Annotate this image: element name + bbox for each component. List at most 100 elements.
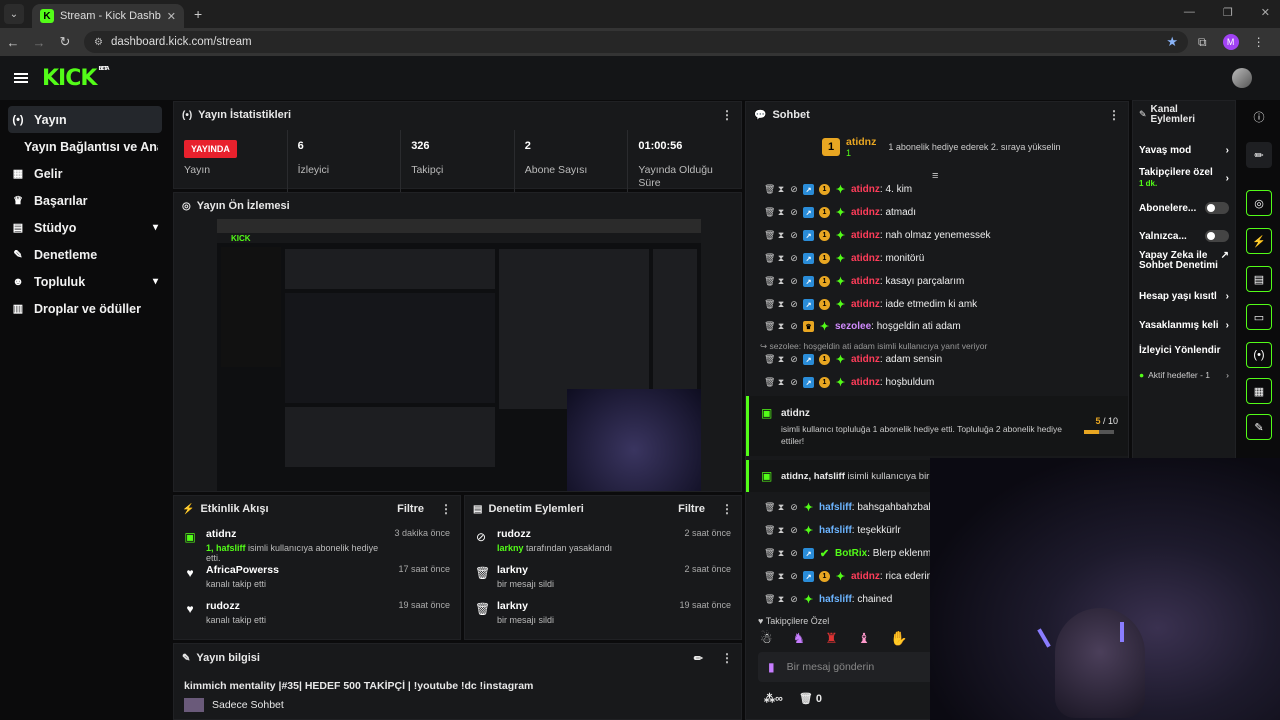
- timeout-icon[interactable]: ⧗: [777, 354, 785, 365]
- timeout-icon[interactable]: ⧗: [777, 230, 785, 241]
- kick-logo[interactable]: KICK BETA: [42, 66, 110, 91]
- delete-icon[interactable]: 🗑: [764, 207, 775, 218]
- focus-icon[interactable]: ◎: [1246, 190, 1272, 216]
- document-icon[interactable]: ▤: [1246, 266, 1272, 292]
- reload-icon[interactable]: ↻: [52, 34, 78, 50]
- chat-username[interactable]: atidnz: [851, 253, 880, 264]
- profile-avatar[interactable]: M: [1222, 34, 1239, 50]
- timeout-icon[interactable]: ⧗: [777, 299, 785, 310]
- timeout-icon[interactable]: ⧗: [777, 276, 785, 287]
- ban-icon[interactable]: ⊘: [790, 276, 798, 287]
- timeout-icon[interactable]: ⧗: [777, 594, 785, 605]
- timeout-icon[interactable]: ⧗: [777, 184, 785, 195]
- emote-icon[interactable]: ♞: [793, 630, 806, 647]
- url-field[interactable]: ⚙ dashboard.kick.com/stream ★: [84, 31, 1188, 53]
- chat-icon[interactable]: ▭: [1246, 304, 1272, 330]
- ban-icon[interactable]: ⊘: [790, 377, 798, 388]
- broadcast-icon[interactable]: (•): [1246, 342, 1272, 368]
- timeout-icon[interactable]: ⧗: [777, 525, 785, 536]
- sidebar-item-gelir[interactable]: ▦ Gelir: [0, 160, 170, 187]
- forward-icon[interactable]: →: [26, 35, 52, 50]
- sidebar-item-denetleme[interactable]: ✎ Denetleme: [0, 241, 170, 268]
- ban-icon[interactable]: ⊘: [790, 502, 798, 513]
- delete-icon[interactable]: 🗑: [764, 276, 775, 287]
- slow-mode-row[interactable]: Yavaş mod ›: [1133, 139, 1235, 161]
- ban-icon[interactable]: ⊘: [790, 571, 798, 582]
- sidebar-item-studyo[interactable]: ▤ Stüdyo ▾: [0, 214, 170, 241]
- emote-icon[interactable]: ☃: [760, 630, 773, 647]
- layout-icon[interactable]: ▦: [1246, 378, 1272, 404]
- emote-only-row[interactable]: Yalnızca...: [1133, 225, 1235, 247]
- moderation-user[interactable]: larkny: [497, 600, 669, 612]
- sidebar-item-stream-key[interactable]: Yayın Bağlantısı ve Anahtarı: [0, 133, 170, 160]
- sidebar-item-droplar[interactable]: ▥ Droplar ve ödüller: [0, 295, 170, 322]
- gift-user[interactable]: atidnz: [781, 408, 810, 419]
- account-age-row[interactable]: Hesap yaşı kısıtl ›: [1133, 285, 1235, 307]
- ban-icon[interactable]: ⊘: [790, 594, 798, 605]
- more-options-icon[interactable]: ⋮: [721, 108, 733, 122]
- ban-icon[interactable]: ⊘: [790, 230, 798, 241]
- chat-username[interactable]: atidnz: [851, 377, 880, 388]
- chat-username[interactable]: atidnz: [851, 276, 880, 287]
- moderation-user[interactable]: rudozz: [497, 528, 674, 540]
- delete-icon[interactable]: 🗑: [764, 230, 775, 241]
- more-options-icon[interactable]: ⋮: [721, 502, 733, 516]
- timeout-icon[interactable]: ⧗: [777, 207, 785, 218]
- emote-only-toggle[interactable]: [1205, 230, 1229, 242]
- timeout-icon[interactable]: ⧗: [777, 377, 785, 388]
- more-options-icon[interactable]: ⋮: [721, 651, 733, 665]
- activity-user[interactable]: AfricaPowerss: [206, 564, 388, 576]
- ai-moderation-row[interactable]: Yapay Zeka ile Sohbet Denetimi ↗: [1133, 251, 1235, 283]
- sidebar-item-yayin[interactable]: (•) Yayın: [8, 106, 162, 133]
- category-label[interactable]: Sadece Sohbet: [212, 699, 284, 711]
- info-icon[interactable]: ⓘ: [1246, 104, 1272, 130]
- back-icon[interactable]: ←: [0, 35, 26, 50]
- chat-username[interactable]: hafsliff: [819, 525, 852, 536]
- scroll-down-icon[interactable]: ≡: [932, 170, 938, 182]
- ban-icon[interactable]: ⊘: [790, 321, 798, 332]
- delete-icon[interactable]: 🗑: [764, 253, 775, 264]
- sidebar-item-topluluk[interactable]: ☻ Topluluk ▾: [0, 268, 170, 295]
- ban-icon[interactable]: ⊘: [790, 253, 798, 264]
- new-tab-button[interactable]: +: [194, 6, 202, 22]
- ban-icon[interactable]: ⊘: [790, 525, 798, 536]
- lightning-icon[interactable]: ⚡: [1246, 228, 1272, 254]
- hamburger-menu-icon[interactable]: [14, 73, 28, 83]
- followers-only-row[interactable]: Takipçilere özel 1 dk. ›: [1133, 167, 1235, 197]
- subscribers-only-toggle[interactable]: [1205, 202, 1229, 214]
- delete-icon[interactable]: 🗑: [764, 571, 775, 582]
- ban-icon[interactable]: ⊘: [790, 354, 798, 365]
- chat-username[interactable]: BotRix: [835, 548, 867, 559]
- more-options-icon[interactable]: ⋮: [440, 502, 452, 516]
- chat-username[interactable]: atidnz: [851, 571, 880, 582]
- ban-icon[interactable]: ⊘: [790, 184, 798, 195]
- delete-icon[interactable]: 🗑: [764, 548, 775, 559]
- minimize-icon[interactable]: —: [1184, 6, 1195, 19]
- close-window-icon[interactable]: ✕: [1261, 6, 1270, 19]
- users-infinity-icon[interactable]: ⁂∞: [764, 692, 783, 705]
- subscribers-only-row[interactable]: Abonelere...: [1133, 197, 1235, 219]
- raid-row[interactable]: İzleyici Yönlendir: [1133, 339, 1235, 361]
- filter-button[interactable]: Filtre: [397, 503, 424, 515]
- gift-users[interactable]: atidnz, hafsliff: [781, 471, 845, 482]
- emote-icon[interactable]: ✋: [890, 630, 907, 647]
- microphone-icon[interactable]: ▮: [768, 660, 775, 674]
- delete-icon[interactable]: 🗑: [764, 299, 775, 310]
- delete-icon[interactable]: 🗑: [764, 525, 775, 536]
- site-info-icon[interactable]: ⚙: [94, 37, 103, 48]
- browser-tab[interactable]: K Stream - Kick Dashboard ✕: [32, 4, 184, 28]
- chat-username[interactable]: sezolee: [835, 321, 871, 332]
- banned-words-row[interactable]: Yasaklanmış keli ›: [1133, 314, 1235, 336]
- edit-icon[interactable]: ✏: [694, 652, 703, 665]
- emote-icon[interactable]: ♝: [858, 630, 871, 647]
- activity-user[interactable]: rudozz: [206, 600, 388, 612]
- restore-icon[interactable]: ❐: [1223, 6, 1233, 19]
- more-options-icon[interactable]: ⋮: [1108, 108, 1120, 122]
- chat-username[interactable]: atidnz: [851, 184, 880, 195]
- ban-icon[interactable]: ⊘: [790, 299, 798, 310]
- activity-user[interactable]: atidnz: [206, 528, 384, 540]
- moderation-user[interactable]: larkny: [497, 564, 674, 576]
- ban-icon[interactable]: ⊘: [790, 548, 798, 559]
- chat-username[interactable]: atidnz: [851, 230, 880, 241]
- delete-icon[interactable]: 🗑: [764, 502, 775, 513]
